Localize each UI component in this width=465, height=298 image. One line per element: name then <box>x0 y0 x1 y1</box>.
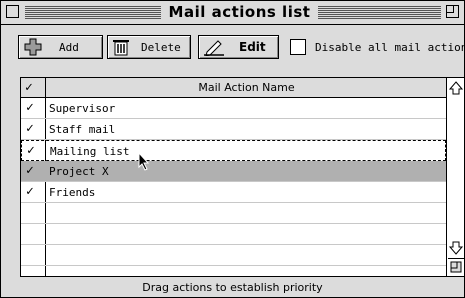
row-name: Friends <box>49 186 96 199</box>
add-label: Add <box>59 41 79 54</box>
row-name: Project X <box>49 165 109 178</box>
window-title: Mail actions list <box>161 3 318 21</box>
arrow-down-icon[interactable] <box>448 240 464 256</box>
edit-button[interactable]: Edit <box>198 35 279 59</box>
mail-actions-list[interactable]: ✓ Mail Action Name ✓ Supervisor ✓ Staff … <box>20 77 465 277</box>
mail-actions-window: Mail actions list Add Delete Edit Disabl… <box>0 0 465 298</box>
row-checkmark[interactable]: ✓ <box>26 121 34 136</box>
arrow-cursor-icon <box>138 152 150 171</box>
row-checkmark[interactable]: ✓ <box>26 163 34 178</box>
close-box-icon[interactable] <box>6 5 19 18</box>
list-item[interactable]: ✓ Supervisor <box>21 98 446 119</box>
list-item[interactable]: ✓ Staff mail <box>21 119 446 140</box>
empty-row <box>21 224 446 245</box>
title-bar[interactable]: Mail actions list <box>1 1 464 25</box>
delete-label: Delete <box>141 41 181 54</box>
empty-row <box>21 245 446 266</box>
plus-icon <box>24 38 42 56</box>
list-item[interactable]: ✓ Mailing list <box>21 140 446 161</box>
title-stripes-right <box>318 6 441 19</box>
edit-label: Edit <box>239 40 266 54</box>
empty-row <box>21 203 446 224</box>
disable-all-checkbox[interactable] <box>290 39 306 55</box>
row-name: Supervisor <box>49 102 116 115</box>
name-column-header[interactable]: Mail Action Name <box>47 81 446 94</box>
toolbar: Add Delete Edit Disable all mail actions <box>1 25 465 63</box>
list-item[interactable]: ✓ Friends <box>21 182 446 203</box>
row-checkmark[interactable]: ✓ <box>27 143 35 158</box>
pencil-icon <box>204 40 224 56</box>
title-stripes-left <box>25 6 161 19</box>
status-hint: Drag actions to establish priority <box>142 281 323 294</box>
row-name: Mailing list <box>50 145 130 158</box>
delete-button[interactable]: Delete <box>107 35 191 59</box>
list-header: ✓ Mail Action Name <box>21 78 446 98</box>
disable-all-label[interactable]: Disable all mail actions <box>315 41 465 54</box>
row-checkmark[interactable]: ✓ <box>26 184 34 199</box>
arrow-up-icon[interactable] <box>448 80 464 96</box>
check-column-header: ✓ <box>25 80 33 95</box>
grow-box-icon[interactable] <box>448 258 464 275</box>
row-name: Staff mail <box>49 123 116 136</box>
zoom-box-icon[interactable] <box>446 5 459 18</box>
list-item-selected[interactable]: ✓ Project X <box>21 161 446 182</box>
row-checkmark[interactable]: ✓ <box>26 100 34 115</box>
add-button[interactable]: Add <box>18 35 103 59</box>
vertical-scrollbar[interactable] <box>446 78 464 276</box>
trash-icon <box>113 40 129 56</box>
